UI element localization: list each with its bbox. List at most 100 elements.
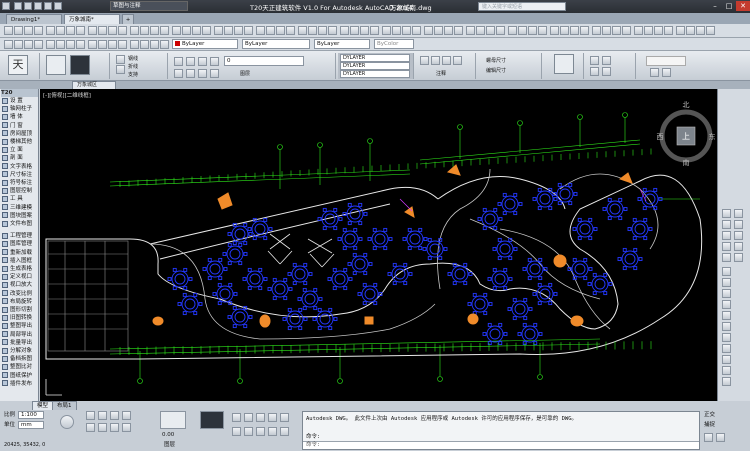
tool-icon[interactable] — [476, 26, 485, 35]
palette-item[interactable]: 房间屋顶 — [1, 130, 38, 138]
workspace-select[interactable]: 草图与注释 — [110, 1, 188, 11]
viewport-label[interactable]: [-][俯视][二维线框] — [43, 91, 91, 99]
tool-icon[interactable] — [118, 26, 127, 35]
tool-icon[interactable] — [706, 26, 715, 35]
tool-icon[interactable] — [286, 26, 295, 35]
minimize-icon[interactable]: – — [708, 1, 722, 11]
status-icon[interactable] — [86, 423, 95, 432]
palette-item[interactable]: 尺寸标注 — [1, 171, 38, 179]
palette-item[interactable]: 符号标注 — [1, 179, 38, 187]
palette-item[interactable]: 设 置 — [1, 97, 38, 105]
tool-icon[interactable] — [140, 26, 149, 35]
palette-item[interactable]: 备档拆图 — [1, 355, 38, 363]
snap-toggle[interactable]: 捕捉 — [704, 421, 715, 429]
open-icon[interactable] — [24, 2, 32, 10]
group-icon[interactable] — [590, 56, 599, 65]
viewcube-south[interactable]: 南 — [683, 158, 690, 167]
tool-icon[interactable] — [644, 26, 653, 35]
arc-icon[interactable] — [722, 311, 731, 320]
layer-tool-icon[interactable] — [66, 40, 75, 49]
layer-select[interactable]: 0 — [224, 56, 304, 66]
layer-icon[interactable] — [174, 69, 183, 78]
tool-icon[interactable] — [214, 26, 223, 35]
app-menu-icon[interactable] — [2, 2, 10, 10]
annotate-icon[interactable] — [442, 56, 451, 65]
window-icon[interactable] — [70, 55, 90, 75]
layer-icon[interactable] — [210, 69, 219, 78]
tab-layout1[interactable]: 布局1 — [52, 401, 77, 410]
palette-item[interactable]: 改变比例 — [1, 290, 38, 298]
layer-tool-icon[interactable] — [88, 40, 97, 49]
layer-tool-icon[interactable] — [160, 40, 169, 49]
tool-icon[interactable] — [98, 26, 107, 35]
circle-icon[interactable] — [722, 322, 731, 331]
tool-icon[interactable] — [444, 26, 453, 35]
ime-toolbar[interactable] — [646, 56, 686, 66]
layer-item[interactable]: DYLAYER — [340, 54, 410, 62]
tool-icon[interactable] — [298, 26, 307, 35]
showmotion-icon[interactable] — [722, 253, 731, 262]
annotate-icon[interactable] — [453, 56, 462, 65]
palette-item[interactable]: 定义视口 — [1, 273, 38, 281]
search-input[interactable]: 键入关键字或短语 — [478, 2, 566, 11]
status-icon[interactable] — [244, 413, 253, 422]
clipboard-icon[interactable] — [662, 68, 671, 77]
palette-item[interactable]: 整图导出 — [1, 322, 38, 330]
palette-item[interactable]: 墙 体 — [1, 113, 38, 121]
tool-icon[interactable] — [466, 26, 475, 35]
tool-icon[interactable] — [308, 26, 317, 35]
layer-tool-icon[interactable] — [34, 40, 43, 49]
layer-button[interactable]: 图层 — [164, 441, 175, 449]
ellipse-icon[interactable] — [722, 344, 731, 353]
ribbon-label[interactable]: 钢线 — [128, 55, 138, 62]
zoom-icon[interactable] — [722, 220, 731, 229]
pan-icon[interactable] — [722, 209, 731, 218]
plotstyle-select[interactable]: ByColor — [374, 39, 414, 49]
layer-icon[interactable] — [186, 57, 195, 66]
status-icon[interactable] — [110, 423, 119, 432]
palette-item[interactable]: 图形切割 — [1, 306, 38, 314]
modify-icon[interactable] — [734, 253, 743, 262]
status-icon[interactable] — [280, 413, 289, 422]
status-icon[interactable] — [268, 413, 277, 422]
palette-item[interactable]: 图纸保护 — [1, 372, 38, 380]
status-icon[interactable] — [122, 423, 131, 432]
group-icon[interactable] — [602, 56, 611, 65]
layer-tool-icon[interactable] — [150, 40, 159, 49]
status-icon[interactable] — [110, 411, 119, 420]
palette-item[interactable]: 图库管理 — [1, 240, 38, 248]
tool-icon[interactable] — [402, 26, 411, 35]
tool-icon[interactable] — [664, 26, 673, 35]
tool-icon[interactable] — [622, 26, 631, 35]
line-icon[interactable] — [722, 267, 731, 276]
layer-tool-icon[interactable] — [98, 40, 107, 49]
palette-item[interactable]: 生成表格 — [1, 265, 38, 273]
status-icon[interactable] — [268, 427, 277, 436]
status-icon[interactable] — [98, 411, 107, 420]
scale-select[interactable]: 1:100 — [18, 411, 44, 419]
tool-icon[interactable] — [150, 26, 159, 35]
annotate-icon[interactable] — [420, 56, 429, 65]
tool-icon[interactable] — [496, 26, 505, 35]
tool-icon[interactable] — [424, 26, 433, 35]
palette-item[interactable]: 图块图案 — [1, 212, 38, 220]
palette-item[interactable]: 插件发布 — [1, 380, 38, 388]
ribbon-label[interactable]: 折线 — [128, 63, 138, 70]
orbit-icon[interactable] — [722, 231, 731, 240]
unit-select[interactable]: mm — [18, 421, 44, 429]
tool-icon[interactable] — [518, 26, 527, 35]
layer-tool-icon[interactable] — [14, 40, 23, 49]
palette-item[interactable]: 整图比对 — [1, 363, 38, 371]
viewport-thumb-icon[interactable] — [200, 411, 224, 429]
tab-drawing1[interactable]: Drawing1* — [6, 14, 62, 24]
layer-icon[interactable] — [198, 69, 207, 78]
tool-icon[interactable] — [4, 26, 13, 35]
settings-icon[interactable] — [704, 433, 713, 442]
modify-icon[interactable] — [734, 242, 743, 251]
tool-icon[interactable] — [56, 26, 65, 35]
layer-tool-icon[interactable] — [118, 40, 127, 49]
group-icon[interactable] — [602, 67, 611, 76]
layer-icon[interactable] — [198, 57, 207, 66]
tool-icon[interactable] — [676, 26, 685, 35]
tool-icon[interactable] — [350, 26, 359, 35]
